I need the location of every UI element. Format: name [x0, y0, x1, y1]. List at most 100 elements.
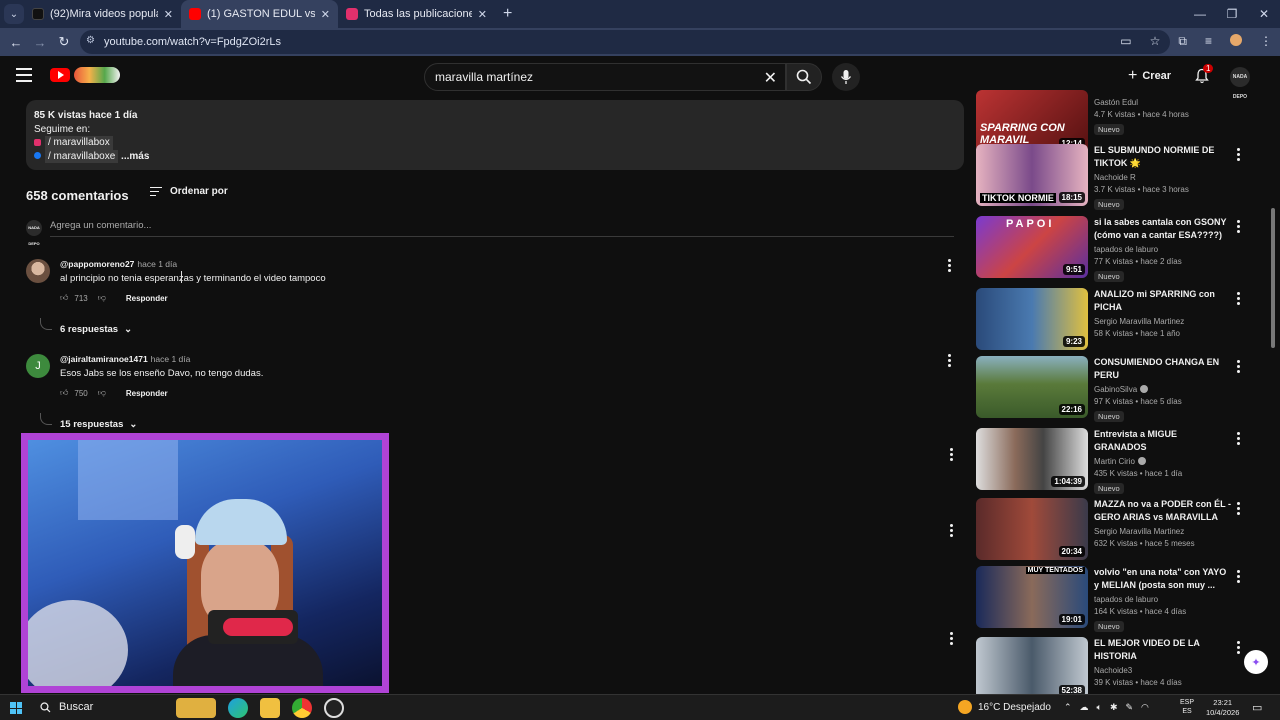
file-explorer-icon[interactable]: [260, 698, 280, 718]
comment-author[interactable]: @pappomoreno27: [60, 259, 134, 269]
video-thumbnail[interactable]: TIKTOK NORMIE 18:15: [976, 144, 1088, 206]
video-thumbnail[interactable]: MUY TENTADOS 19:01: [976, 566, 1088, 628]
video-thumbnail[interactable]: 22:16: [976, 356, 1088, 418]
add-comment-input[interactable]: Agrega un comentario...: [50, 220, 954, 237]
view-replies-button[interactable]: 15 respuestas ⌄: [60, 419, 137, 430]
commenter-avatar[interactable]: [26, 259, 50, 283]
reply-button[interactable]: Responder: [126, 294, 168, 303]
recommended-video[interactable]: 22:16 CONSUMIENDO CHANGA EN PERU GabinoS…: [976, 356, 1246, 422]
comment-menu-icon[interactable]: [948, 259, 952, 274]
page-scrollbar[interactable]: [1270, 98, 1276, 690]
dislike-icon[interactable]: 👎︎: [98, 293, 106, 303]
video-title[interactable]: si la sabes cantala con GSONY (cómo van …: [1094, 216, 1232, 242]
view-replies-button[interactable]: 6 respuestas ⌄: [60, 324, 132, 335]
video-title[interactable]: EL SUBMUNDO NORMIE DE TIKTOK 🌟: [1094, 144, 1232, 170]
url-bar[interactable]: ⚙ youtube.com/watch?v=FpdgZOi2rLs: [80, 30, 1170, 54]
channel-name[interactable]: tapados de laburo: [1094, 245, 1232, 254]
video-title[interactable]: MAZZA no va a PODER con ÉL - GERO ARIAS …: [1094, 498, 1232, 524]
channel-name[interactable]: Martin Cirio: [1094, 457, 1232, 466]
network-icon[interactable]: ☁: [1080, 702, 1089, 713]
forward-icon[interactable]: →: [28, 35, 52, 50]
tab-tiktok[interactable]: (92)Mira videos populares selec ✕: [24, 0, 181, 28]
back-icon[interactable]: ←: [4, 35, 28, 50]
site-info-icon[interactable]: ⚙: [86, 35, 95, 46]
extensions-icon[interactable]: ⧉: [1178, 34, 1187, 49]
reply-button[interactable]: Responder: [126, 389, 168, 398]
comment-menu-icon[interactable]: [948, 354, 952, 369]
reading-list-icon[interactable]: ≡: [1205, 34, 1212, 49]
video-thumbnail[interactable]: SPARRING CON MARAVIL12:14: [976, 90, 1088, 152]
facebook-link[interactable]: / maravillaboxe: [45, 149, 119, 163]
create-button[interactable]: + Crear: [1128, 67, 1171, 85]
new-tab-button[interactable]: +: [503, 5, 512, 23]
pen-icon[interactable]: ✎: [1126, 702, 1134, 713]
bookmark-star-icon[interactable]: ☆: [1150, 34, 1161, 49]
account-avatar[interactable]: NADA DEPO: [1230, 67, 1250, 100]
close-tab-icon[interactable]: ✕: [164, 8, 173, 21]
tab-youtube[interactable]: (1) GASTON EDUL vs MARAVILLA ✕: [181, 0, 338, 28]
search-input[interactable]: maravilla martínez ✕: [424, 63, 786, 91]
video-menu-icon[interactable]: [1237, 148, 1241, 163]
video-menu-icon[interactable]: [1237, 360, 1241, 375]
obs-icon[interactable]: [324, 698, 344, 718]
video-thumbnail[interactable]: 52:38: [976, 637, 1088, 699]
chrome-icon[interactable]: [292, 698, 312, 718]
dislike-icon[interactable]: 👎︎: [98, 388, 106, 398]
profile-icon[interactable]: [1230, 34, 1242, 46]
recommended-video[interactable]: 9:23 ANALIZO mi SPARRING con PICHA Sergi…: [976, 288, 1246, 354]
close-window-icon[interactable]: ✕: [1248, 0, 1280, 28]
channel-name[interactable]: Nachoide R: [1094, 173, 1232, 182]
like-icon[interactable]: 👍︎: [60, 388, 68, 398]
video-thumbnail[interactable]: 20:34: [976, 498, 1088, 560]
video-thumbnail[interactable]: PAPOI 9:51: [976, 216, 1088, 278]
video-title[interactable]: ANALIZO mi SPARRING con PICHA: [1094, 288, 1232, 314]
video-menu-icon[interactable]: [1237, 502, 1241, 517]
comment-time[interactable]: hace 1 día: [137, 259, 177, 269]
menu-dots-icon[interactable]: ⋮: [1260, 34, 1272, 49]
video-title[interactable]: volvio "en una nota" con YAYO y MELIAN (…: [1094, 566, 1232, 592]
recommended-video[interactable]: PAPOI 9:51 si la sabes cantala con GSONY …: [976, 216, 1246, 282]
video-menu-icon[interactable]: [1237, 432, 1241, 447]
instagram-link[interactable]: / maravillabox: [45, 136, 113, 150]
volume-icon[interactable]: 🔈︎: [1097, 702, 1102, 713]
tab-search-dropdown-icon[interactable]: ⌄: [4, 4, 24, 24]
recommended-video[interactable]: TIKTOK NORMIE 18:15 EL SUBMUNDO NORMIE DE…: [976, 144, 1246, 210]
wifi-icon[interactable]: ◠: [1141, 702, 1149, 713]
video-thumbnail[interactable]: 9:23: [976, 288, 1088, 350]
search-button[interactable]: [786, 63, 822, 91]
channel-name[interactable]: Nachoide3: [1094, 666, 1232, 675]
channel-name[interactable]: Sergio Maravilla Martinez: [1094, 317, 1232, 326]
copilot-icon[interactable]: ✦: [1244, 650, 1268, 674]
channel-name[interactable]: GabinoSilva: [1094, 385, 1232, 394]
show-more-link[interactable]: ...más: [121, 151, 149, 162]
video-menu-icon[interactable]: [1237, 220, 1241, 235]
chevron-up-icon[interactable]: ⌃: [1064, 702, 1072, 713]
language-indicator[interactable]: ESP ES: [1180, 698, 1194, 716]
video-description[interactable]: 85 K vistas hace 1 día Seguime en: / mar…: [26, 100, 964, 170]
cast-icon[interactable]: ▭: [1120, 34, 1131, 49]
channel-name[interactable]: Sergio Maravilla Martinez: [1094, 527, 1232, 536]
channel-name[interactable]: tapados de laburo: [1094, 595, 1232, 604]
video-menu-icon[interactable]: [1237, 292, 1241, 307]
edge-icon[interactable]: [228, 698, 248, 718]
comment-menu-icon[interactable]: [950, 448, 954, 463]
windows-start-icon[interactable]: [10, 702, 22, 714]
taskbar-clock[interactable]: 23:21 10/4/2026: [1206, 698, 1239, 718]
channel-name[interactable]: Gastón Edul: [1094, 98, 1232, 107]
weather-widget[interactable]: 16°C Despejado: [958, 700, 1051, 714]
video-title[interactable]: Entrevista a MIGUE GRANADOS: [1094, 428, 1232, 454]
like-icon[interactable]: 👍︎: [60, 293, 68, 303]
recommended-video[interactable]: 20:34 MAZZA no va a PODER con ÉL - GERO …: [976, 498, 1246, 564]
recommended-video[interactable]: 1:04:39 Entrevista a MIGUE GRANADOS Mart…: [976, 428, 1246, 494]
comment-menu-icon[interactable]: [950, 632, 954, 647]
video-menu-icon[interactable]: [1237, 641, 1241, 656]
restore-icon[interactable]: ❐: [1216, 0, 1248, 28]
video-menu-icon[interactable]: [1237, 570, 1241, 585]
sort-button[interactable]: Ordenar por: [150, 186, 228, 197]
bluetooth-icon[interactable]: ✱: [1110, 702, 1118, 713]
pikachu-widget-icon[interactable]: [176, 698, 216, 718]
notification-center-icon[interactable]: ▭: [1252, 701, 1262, 714]
tab-instagram[interactable]: Todas las publicaciones • Instag ✕: [338, 0, 495, 28]
comment-menu-icon[interactable]: [950, 524, 954, 539]
taskbar-search[interactable]: Buscar: [40, 701, 93, 713]
